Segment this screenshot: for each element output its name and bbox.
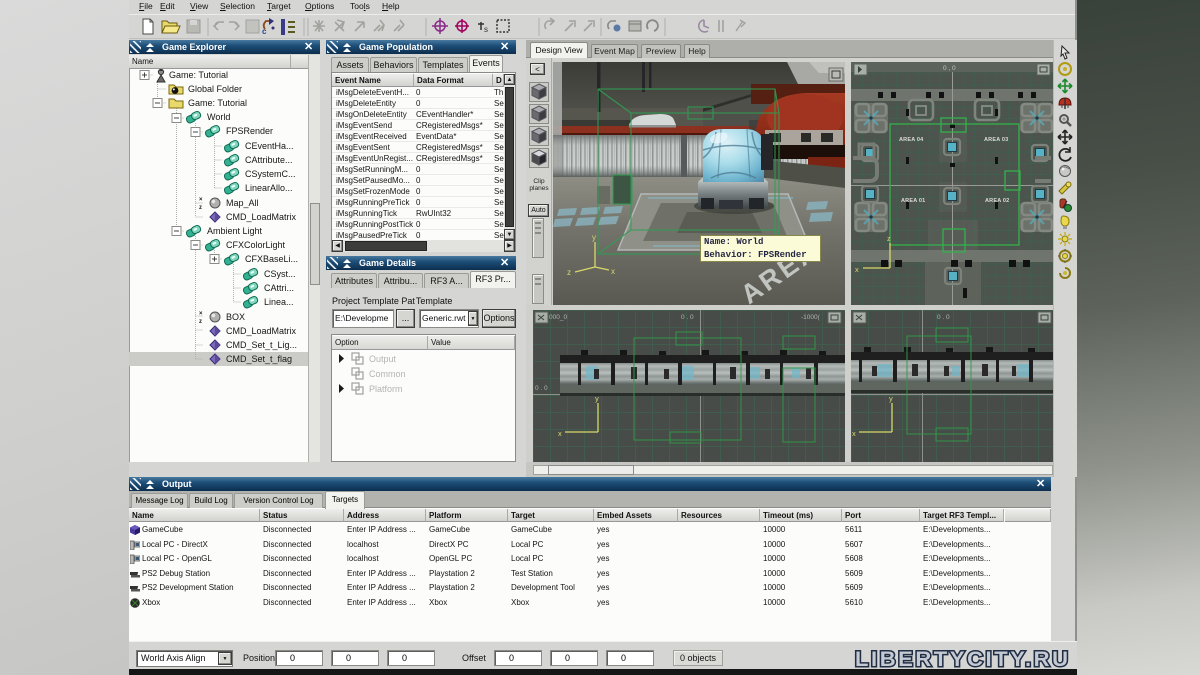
svg-text:y: y — [889, 394, 893, 403]
svg-text:x: x — [855, 265, 859, 274]
svg-text:000_0: 000_0 — [549, 314, 567, 321]
svg-text:0 . 0: 0 . 0 — [937, 314, 950, 321]
svg-text:AREA 04: AREA 04 — [899, 137, 924, 143]
svg-text:AREA 02: AREA 02 — [985, 198, 1009, 204]
svg-text:y: y — [595, 394, 599, 403]
svg-text:AREA 03: AREA 03 — [984, 137, 1008, 143]
svg-text:-1000(: -1000( — [801, 314, 821, 321]
svg-text:z: z — [199, 319, 202, 325]
svg-text:x: x — [852, 429, 856, 438]
svg-text:x: x — [611, 267, 615, 276]
svg-text:0 . 0: 0 . 0 — [681, 314, 694, 321]
svg-text:z: z — [887, 234, 891, 243]
svg-text:0 , 0: 0 , 0 — [943, 65, 956, 72]
svg-text:0 . 0: 0 . 0 — [535, 385, 548, 392]
svg-text:z: z — [567, 268, 571, 277]
svg-text:c: c — [262, 27, 267, 36]
svg-text:z: z — [199, 205, 202, 211]
svg-text:×: × — [199, 311, 203, 317]
svg-text:×: × — [199, 197, 203, 203]
svg-text:s: s — [484, 25, 488, 34]
svg-text:LIBERTYCITY.RU: LIBERTYCITY.RU — [855, 647, 1068, 670]
svg-text:y: y — [592, 233, 596, 242]
svg-text:AREA 01: AREA 01 — [901, 198, 925, 204]
svg-text:x: x — [558, 429, 562, 438]
